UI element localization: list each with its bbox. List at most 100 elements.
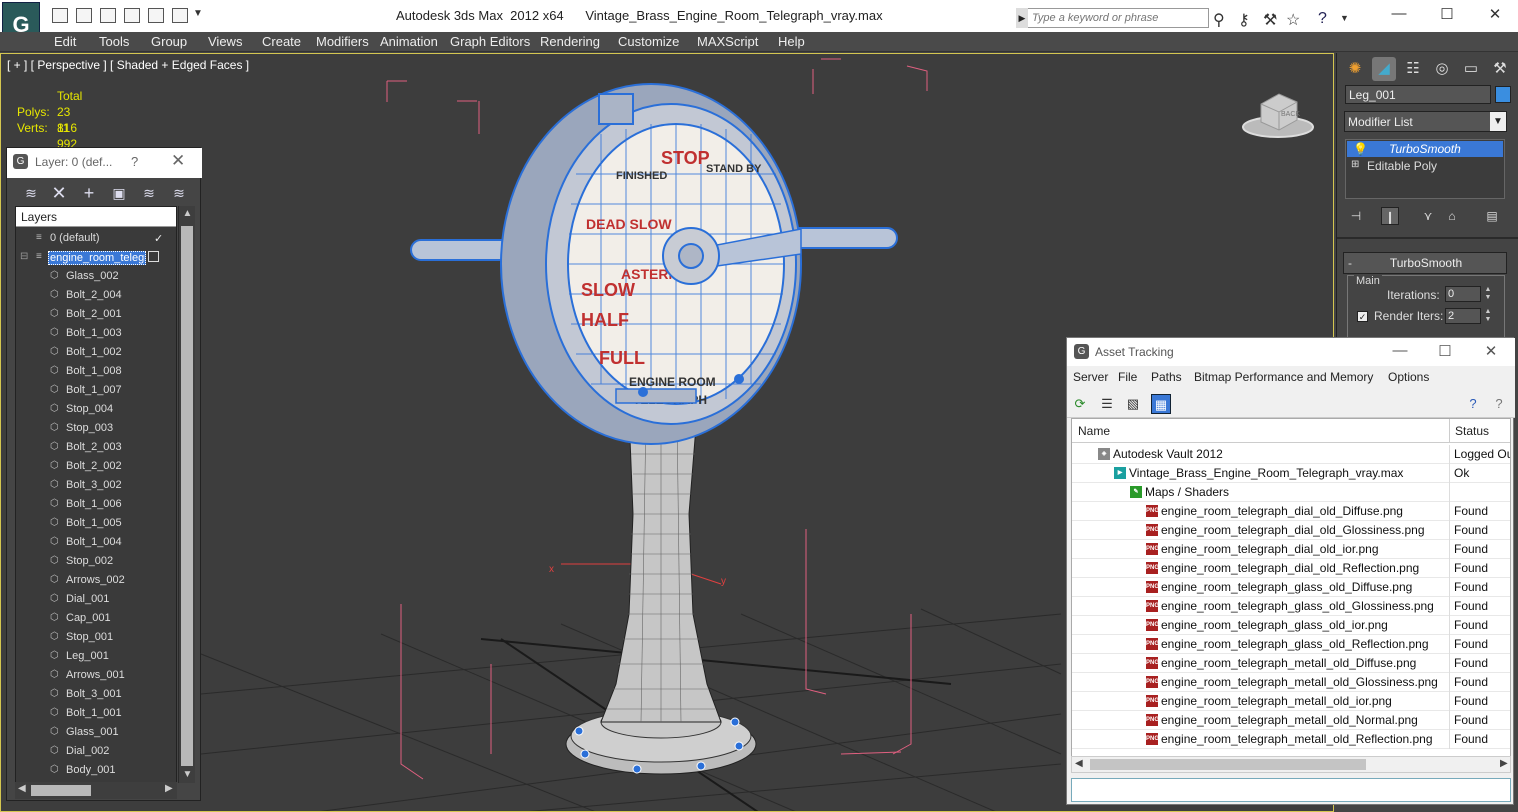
menu-graph-editors[interactable]: Graph Editors [450,34,530,49]
layer-object-row[interactable]: ⬡ Dial_002 [16,742,176,761]
scroll-right-icon[interactable]: ▶ [165,783,173,794]
layer-object-row[interactable]: ⬡ Stop_004 [16,400,176,419]
menu-options[interactable]: Options [1388,370,1429,384]
select-objects-icon[interactable]: ▣ [109,183,129,203]
refresh-icon[interactable]: ⟳ [1070,394,1090,414]
minimize-icon[interactable]: — [1385,342,1415,359]
table-row[interactable]: PNG engine_room_telegraph_metall_old_Refl… [1072,730,1510,749]
viewport-label[interactable]: [ + ] [ Perspective ] [ Shaded + Edged F… [7,58,249,72]
expand-icon[interactable]: ⊞ [1351,159,1359,170]
redo-icon[interactable] [148,8,164,23]
menu-tools[interactable]: Tools [99,34,129,49]
show-end-result-icon[interactable]: ❙ [1381,207,1399,225]
menu-customize[interactable]: Customize [618,34,679,49]
table-row[interactable]: ◈ Autodesk Vault 2012 Logged Ou [1072,445,1510,464]
table-row[interactable]: PNG engine_room_telegraph_dial_old_ior.pn… [1072,540,1510,559]
layer-object-row[interactable]: ⬡ Stop_002 [16,552,176,571]
layer-object-row[interactable]: ⬡ Bolt_2_003 [16,438,176,457]
modifier-list-dropdown[interactable]: Modifier List ▼ [1344,111,1507,132]
table-row[interactable]: PNG engine_room_telegraph_glass_old_ior.p… [1072,616,1510,635]
table-row[interactable]: PNG engine_room_telegraph_glass_old_Diffu… [1072,578,1510,597]
layer-object-row[interactable]: ⬡ Bolt_1_007 [16,381,176,400]
layer-object-row[interactable]: ⬡ Leg_001 [16,647,176,666]
layer-object-row[interactable]: ⬡ Bolt_2_004 [16,286,176,305]
render-iters-spinner[interactable] [1445,308,1481,324]
stack-item-editable-poly[interactable]: ⊞ Editable Poly [1347,158,1503,174]
tools-icon[interactable]: ⚒ [1263,10,1277,30]
scroll-left-icon[interactable]: ◀ [1075,758,1083,769]
layer-object-row[interactable]: ⬡ Dial_001 [16,590,176,609]
asset-horizontal-scrollbar[interactable]: ◀ ▶ [1071,756,1511,773]
menu-views[interactable]: Views [208,34,242,49]
hierarchy-tab-icon[interactable]: ☷ [1401,57,1425,81]
layer-object-row[interactable]: ⬡ Bolt_1_003 [16,324,176,343]
undo-icon[interactable] [124,8,140,23]
maximize-icon[interactable]: ☐ [1430,342,1460,360]
layer-object-row[interactable]: ⬡ Cap_001 [16,609,176,628]
modifier-stack[interactable]: 💡 TurboSmooth ⊞ Editable Poly [1345,139,1505,199]
make-unique-icon[interactable]: ⋎ [1419,207,1437,225]
minimize-icon[interactable]: — [1384,5,1414,22]
key-icon[interactable]: ⚷ [1238,10,1250,30]
layer-object-row[interactable]: ⬡ Bolt_1_001 [16,704,176,723]
scroll-right-icon[interactable]: ▶ [1500,758,1508,769]
modify-tab-icon[interactable]: ◢ [1372,57,1396,81]
remove-modifier-icon[interactable]: ⌂ [1443,207,1461,225]
turbosmooth-rollout[interactable]: - TurboSmooth [1343,252,1507,274]
layer-object-row[interactable]: ⬡ Bolt_2_002 [16,457,176,476]
iterations-spinner[interactable] [1445,286,1481,302]
layer-object-row[interactable]: ⬡ Arrows_001 [16,666,176,685]
layer-object-row[interactable]: ⬡ Bolt_1_005 [16,514,176,533]
menu-create[interactable]: Create [262,34,301,49]
highlight-layer-icon[interactable]: ≋ [139,183,159,203]
menu-help[interactable]: Help [778,34,805,49]
table-row[interactable]: PNG engine_room_telegraph_metall_old_Diff… [1072,654,1510,673]
list-view-icon[interactable]: ☰ [1097,394,1117,414]
menu-rendering[interactable]: Rendering [540,34,600,49]
layer-panel-titlebar[interactable]: G Layer: 0 (def... ? ✕ [7,148,202,178]
asset-table[interactable]: Name Status ◈ Autodesk Vault 2012 Logged O… [1071,418,1511,763]
layer-object-row[interactable]: ⬡ Bolt_3_002 [16,476,176,495]
help-icon[interactable]: ? [131,154,138,169]
table-view-icon[interactable]: ▦ [1151,394,1171,414]
pin-stack-icon[interactable]: ⊣ [1347,207,1365,225]
stack-item-turbosmooth[interactable]: 💡 TurboSmooth [1347,141,1503,157]
object-name-field[interactable] [1345,85,1491,104]
close-icon[interactable]: ✕ [1476,342,1506,360]
layer-tree[interactable]: Layers ≡ 0 (default) ✓ ⊟ ≡ engine_room_t… [15,206,177,783]
table-row[interactable]: PNG engine_room_telegraph_metall_old_Norm… [1072,711,1510,730]
viewcube-icon[interactable]: BACK [1241,90,1315,140]
layer-object-row[interactable]: ⬡ Bolt_1_008 [16,362,176,381]
column-header-status[interactable]: Status [1455,424,1489,438]
layer-object-row[interactable]: ⬡ Glass_001 [16,723,176,742]
scrollbar-thumb[interactable] [31,785,91,796]
menu-bitmap-performance[interactable]: Bitmap Performance and Memory [1194,370,1373,384]
layer-object-row[interactable]: ⬡ Bolt_1_002 [16,343,176,362]
layer-object-row[interactable]: ⬡ Glass_002 [16,267,176,286]
layer-horizontal-scrollbar[interactable]: ◀ ▶ [15,782,177,799]
layer-object-row[interactable]: ⬡ Body_001 [16,761,176,780]
display-tab-icon[interactable]: ▭ [1459,57,1483,81]
binoculars-icon[interactable]: ⚲ [1213,10,1225,30]
add-to-layer-icon[interactable]: + [79,183,99,203]
project-folder-icon[interactable] [172,8,188,23]
help-dropdown-icon[interactable]: ▼ [1340,13,1349,23]
favorites-star-icon[interactable]: ☆ [1286,10,1300,30]
menu-edit[interactable]: Edit [54,34,76,49]
active-layer-check-icon[interactable]: ✓ [154,232,163,245]
scroll-left-icon[interactable]: ◀ [18,783,26,794]
table-row[interactable]: PNG engine_room_telegraph_dial_old_Glossi… [1072,521,1510,540]
search-expand-icon[interactable]: ▶ [1016,8,1028,28]
create-tab-icon[interactable]: ✺ [1343,57,1367,81]
collapse-icon[interactable]: ⊟ [20,251,31,262]
help-icon[interactable]: ? [1463,394,1483,414]
menu-group[interactable]: Group [151,34,187,49]
column-header-name[interactable]: Name [1078,424,1110,438]
layer-object-row[interactable]: ⬡ Bolt_3_001 [16,685,176,704]
asset-tracking-titlebar[interactable]: G Asset Tracking — ☐ ✕ [1067,338,1515,366]
motion-tab-icon[interactable]: ◎ [1430,57,1454,81]
set-active-checkbox[interactable] [148,251,159,262]
close-icon[interactable]: ✕ [171,151,185,171]
scrollbar-thumb[interactable] [181,226,193,766]
new-file-icon[interactable] [52,8,68,23]
